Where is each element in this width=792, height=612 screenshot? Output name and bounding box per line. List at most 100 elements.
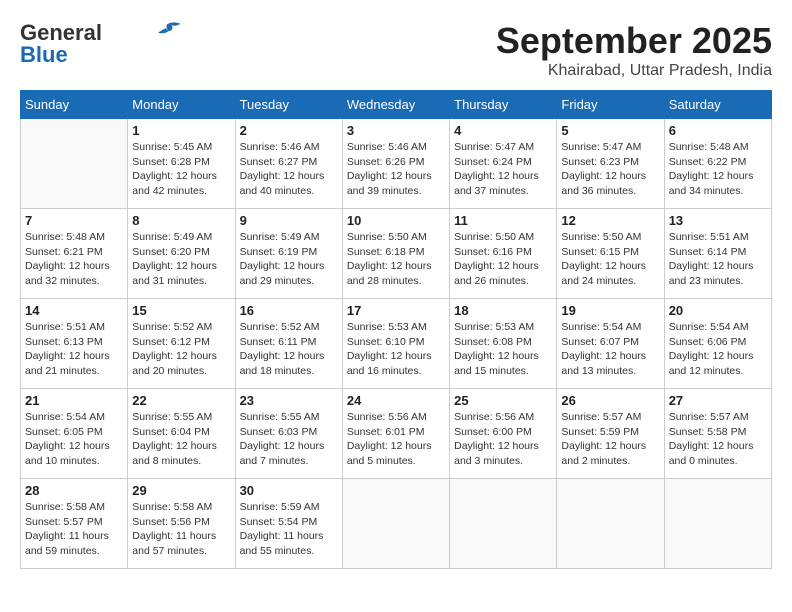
day-info: Sunrise: 5:49 AM Sunset: 6:19 PM Dayligh… xyxy=(240,230,338,289)
daylight-text: Daylight: 11 hours and 59 minutes. xyxy=(25,530,109,557)
sunset-text: Sunset: 6:22 PM xyxy=(669,156,747,168)
calendar-cell: 18 Sunrise: 5:53 AM Sunset: 6:08 PM Dayl… xyxy=(450,299,557,389)
sunset-text: Sunset: 6:23 PM xyxy=(561,156,639,168)
sunrise-text: Sunrise: 5:54 AM xyxy=(561,321,641,333)
day-info: Sunrise: 5:45 AM Sunset: 6:28 PM Dayligh… xyxy=(132,140,230,199)
daylight-text: Daylight: 12 hours and 15 minutes. xyxy=(454,350,539,377)
calendar-cell: 30 Sunrise: 5:59 AM Sunset: 5:54 PM Dayl… xyxy=(235,479,342,569)
day-number: 3 xyxy=(347,123,445,138)
sunset-text: Sunset: 6:18 PM xyxy=(347,246,425,258)
day-info: Sunrise: 5:56 AM Sunset: 6:01 PM Dayligh… xyxy=(347,410,445,469)
calendar-cell xyxy=(450,479,557,569)
calendar-week-row: 28 Sunrise: 5:58 AM Sunset: 5:57 PM Dayl… xyxy=(21,479,772,569)
daylight-text: Daylight: 12 hours and 26 minutes. xyxy=(454,260,539,287)
day-info: Sunrise: 5:57 AM Sunset: 5:59 PM Dayligh… xyxy=(561,410,659,469)
sunset-text: Sunset: 6:04 PM xyxy=(132,426,210,438)
day-number: 17 xyxy=(347,303,445,318)
calendar-cell: 15 Sunrise: 5:52 AM Sunset: 6:12 PM Dayl… xyxy=(128,299,235,389)
sunrise-text: Sunrise: 5:46 AM xyxy=(347,141,427,153)
day-number: 14 xyxy=(25,303,123,318)
sunset-text: Sunset: 6:07 PM xyxy=(561,336,639,348)
daylight-text: Daylight: 12 hours and 18 minutes. xyxy=(240,350,325,377)
day-number: 26 xyxy=(561,393,659,408)
sunrise-text: Sunrise: 5:55 AM xyxy=(132,411,212,423)
calendar-cell xyxy=(21,119,128,209)
sunrise-text: Sunrise: 5:56 AM xyxy=(347,411,427,423)
day-number: 9 xyxy=(240,213,338,228)
day-info: Sunrise: 5:57 AM Sunset: 5:58 PM Dayligh… xyxy=(669,410,767,469)
sunset-text: Sunset: 5:56 PM xyxy=(132,516,210,528)
calendar-cell: 9 Sunrise: 5:49 AM Sunset: 6:19 PM Dayli… xyxy=(235,209,342,299)
day-number: 5 xyxy=(561,123,659,138)
daylight-text: Daylight: 12 hours and 23 minutes. xyxy=(669,260,754,287)
weekday-header-wednesday: Wednesday xyxy=(342,91,449,119)
day-number: 7 xyxy=(25,213,123,228)
sunrise-text: Sunrise: 5:54 AM xyxy=(25,411,105,423)
day-number: 28 xyxy=(25,483,123,498)
sunset-text: Sunset: 5:58 PM xyxy=(669,426,747,438)
daylight-text: Daylight: 12 hours and 28 minutes. xyxy=(347,260,432,287)
calendar-cell: 21 Sunrise: 5:54 AM Sunset: 6:05 PM Dayl… xyxy=(21,389,128,479)
calendar-cell: 25 Sunrise: 5:56 AM Sunset: 6:00 PM Dayl… xyxy=(450,389,557,479)
day-number: 6 xyxy=(669,123,767,138)
sunrise-text: Sunrise: 5:47 AM xyxy=(561,141,641,153)
sunrise-text: Sunrise: 5:58 AM xyxy=(132,501,212,513)
daylight-text: Daylight: 12 hours and 37 minutes. xyxy=(454,170,539,197)
day-number: 16 xyxy=(240,303,338,318)
daylight-text: Daylight: 12 hours and 32 minutes. xyxy=(25,260,110,287)
calendar-cell: 28 Sunrise: 5:58 AM Sunset: 5:57 PM Dayl… xyxy=(21,479,128,569)
sunset-text: Sunset: 6:12 PM xyxy=(132,336,210,348)
day-number: 18 xyxy=(454,303,552,318)
sunset-text: Sunset: 6:20 PM xyxy=(132,246,210,258)
day-info: Sunrise: 5:50 AM Sunset: 6:15 PM Dayligh… xyxy=(561,230,659,289)
day-info: Sunrise: 5:51 AM Sunset: 6:14 PM Dayligh… xyxy=(669,230,767,289)
day-number: 13 xyxy=(669,213,767,228)
sunrise-text: Sunrise: 5:53 AM xyxy=(347,321,427,333)
day-number: 1 xyxy=(132,123,230,138)
day-info: Sunrise: 5:52 AM Sunset: 6:11 PM Dayligh… xyxy=(240,320,338,379)
day-info: Sunrise: 5:47 AM Sunset: 6:24 PM Dayligh… xyxy=(454,140,552,199)
sunrise-text: Sunrise: 5:59 AM xyxy=(240,501,320,513)
day-info: Sunrise: 5:46 AM Sunset: 6:26 PM Dayligh… xyxy=(347,140,445,199)
day-number: 4 xyxy=(454,123,552,138)
day-number: 19 xyxy=(561,303,659,318)
calendar-cell: 14 Sunrise: 5:51 AM Sunset: 6:13 PM Dayl… xyxy=(21,299,128,389)
sunrise-text: Sunrise: 5:54 AM xyxy=(669,321,749,333)
day-info: Sunrise: 5:48 AM Sunset: 6:21 PM Dayligh… xyxy=(25,230,123,289)
daylight-text: Daylight: 12 hours and 8 minutes. xyxy=(132,440,217,467)
month-title: September 2025 xyxy=(496,20,772,62)
day-number: 2 xyxy=(240,123,338,138)
daylight-text: Daylight: 12 hours and 34 minutes. xyxy=(669,170,754,197)
calendar-cell: 1 Sunrise: 5:45 AM Sunset: 6:28 PM Dayli… xyxy=(128,119,235,209)
title-section: September 2025 Khairabad, Uttar Pradesh,… xyxy=(496,20,772,80)
sunrise-text: Sunrise: 5:50 AM xyxy=(561,231,641,243)
sunset-text: Sunset: 6:13 PM xyxy=(25,336,103,348)
daylight-text: Daylight: 12 hours and 5 minutes. xyxy=(347,440,432,467)
daylight-text: Daylight: 12 hours and 21 minutes. xyxy=(25,350,110,377)
daylight-text: Daylight: 12 hours and 7 minutes. xyxy=(240,440,325,467)
weekday-header-sunday: Sunday xyxy=(21,91,128,119)
day-info: Sunrise: 5:54 AM Sunset: 6:05 PM Dayligh… xyxy=(25,410,123,469)
calendar-cell: 4 Sunrise: 5:47 AM Sunset: 6:24 PM Dayli… xyxy=(450,119,557,209)
calendar-cell xyxy=(557,479,664,569)
calendar-cell: 13 Sunrise: 5:51 AM Sunset: 6:14 PM Dayl… xyxy=(664,209,771,299)
day-info: Sunrise: 5:48 AM Sunset: 6:22 PM Dayligh… xyxy=(669,140,767,199)
location-subtitle: Khairabad, Uttar Pradesh, India xyxy=(496,62,772,80)
day-info: Sunrise: 5:58 AM Sunset: 5:56 PM Dayligh… xyxy=(132,500,230,559)
daylight-text: Daylight: 12 hours and 3 minutes. xyxy=(454,440,539,467)
calendar-cell: 29 Sunrise: 5:58 AM Sunset: 5:56 PM Dayl… xyxy=(128,479,235,569)
sunset-text: Sunset: 5:57 PM xyxy=(25,516,103,528)
daylight-text: Daylight: 12 hours and 13 minutes. xyxy=(561,350,646,377)
calendar-cell: 20 Sunrise: 5:54 AM Sunset: 6:06 PM Dayl… xyxy=(664,299,771,389)
logo: General Blue xyxy=(20,20,182,68)
calendar-cell: 19 Sunrise: 5:54 AM Sunset: 6:07 PM Dayl… xyxy=(557,299,664,389)
daylight-text: Daylight: 12 hours and 16 minutes. xyxy=(347,350,432,377)
calendar-week-row: 1 Sunrise: 5:45 AM Sunset: 6:28 PM Dayli… xyxy=(21,119,772,209)
calendar-cell xyxy=(664,479,771,569)
day-info: Sunrise: 5:53 AM Sunset: 6:08 PM Dayligh… xyxy=(454,320,552,379)
sunset-text: Sunset: 6:11 PM xyxy=(240,336,317,348)
daylight-text: Daylight: 12 hours and 39 minutes. xyxy=(347,170,432,197)
day-info: Sunrise: 5:59 AM Sunset: 5:54 PM Dayligh… xyxy=(240,500,338,559)
calendar-table: SundayMondayTuesdayWednesdayThursdayFrid… xyxy=(20,90,772,569)
logo-text-blue: Blue xyxy=(20,42,68,68)
